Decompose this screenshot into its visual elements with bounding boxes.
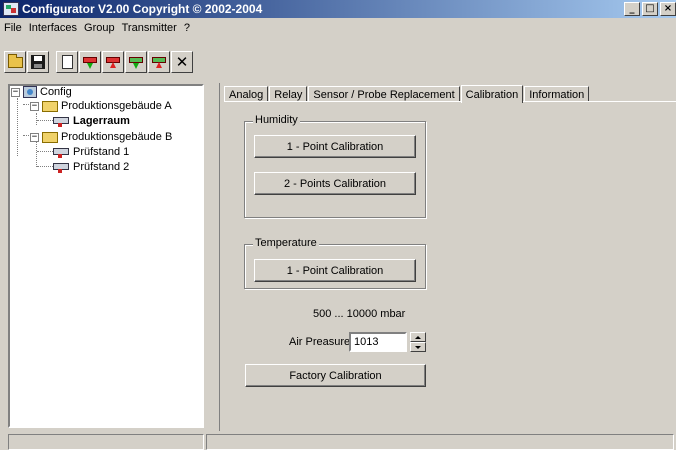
transmitter-icon	[53, 147, 69, 158]
upload-device-icon	[106, 55, 120, 69]
collapse-icon[interactable]: −	[30, 132, 39, 142]
tree-group-label: Produktionsgebäude B	[61, 131, 173, 143]
window-controls: _ □ ×	[624, 2, 676, 16]
upload-button[interactable]	[102, 51, 124, 73]
tree-root-label: Config	[40, 86, 72, 98]
download-button[interactable]	[79, 51, 101, 73]
tree-group-label: Produktionsgebäude A	[61, 100, 172, 112]
save-button[interactable]	[27, 51, 49, 73]
new-document-icon	[61, 55, 73, 69]
folder-icon	[42, 100, 58, 112]
folder-icon	[42, 131, 58, 143]
config-icon	[23, 86, 37, 98]
tab-strip: Analog Relay Sensor / Probe Replacement …	[224, 84, 590, 103]
tree-group-a[interactable]: − Produktionsgebäude A	[30, 99, 172, 113]
air-pressure-spinner[interactable]	[410, 332, 426, 352]
arrow-up-icon	[415, 335, 421, 339]
collapse-icon[interactable]: −	[30, 101, 39, 111]
tab-relay[interactable]: Relay	[269, 86, 308, 102]
config-tree[interactable]: − Config − Produktionsgebäude A Lagerrau…	[8, 84, 204, 428]
tree-item-label: Prüfstand 1	[73, 146, 130, 158]
air-pressure-label: Air Preasure	[289, 336, 351, 348]
download-device-icon	[83, 55, 97, 69]
device-out-button[interactable]	[148, 51, 170, 73]
tree-item-pruefstand-1[interactable]: Prüfstand 1	[53, 145, 129, 159]
tab-calibration[interactable]: Calibration	[460, 85, 524, 103]
status-pane-right	[206, 434, 674, 450]
save-disk-icon	[31, 55, 45, 69]
toolbar: ✕	[4, 51, 194, 73]
close-button[interactable]: ×	[660, 2, 676, 16]
tree-item-label: Lagerraum	[73, 115, 130, 127]
tree-root[interactable]: − Config	[11, 85, 72, 99]
collapse-icon[interactable]: −	[11, 87, 20, 97]
factory-calibration-button[interactable]: Factory Calibration	[245, 364, 426, 387]
arrow-down-icon	[415, 345, 421, 349]
tree-group-b[interactable]: − Produktionsgebäude B	[30, 130, 172, 144]
menu-interfaces[interactable]: Interfaces	[25, 22, 80, 34]
tab-analog[interactable]: Analog	[224, 86, 269, 102]
device-in-icon	[129, 55, 143, 69]
title-bar: Configurator V2.00 Copyright © 2002-2004…	[0, 0, 676, 18]
air-pressure-input[interactable]: 1013	[349, 332, 407, 352]
tab-sensor-probe-replacement[interactable]: Sensor / Probe Replacement	[308, 86, 460, 102]
tree-item-lagerraum[interactable]: Lagerraum	[53, 114, 130, 128]
status-pane-left	[8, 434, 204, 450]
delete-icon: ✕	[175, 53, 189, 71]
menu-help[interactable]: ?	[180, 22, 193, 34]
humidity-group-title: Humidity	[253, 114, 300, 126]
spin-up-button[interactable]	[410, 332, 426, 342]
delete-button[interactable]: ✕	[171, 51, 193, 73]
temperature-group-title: Temperature	[253, 237, 319, 249]
tree-item-label: Prüfstand 2	[73, 161, 130, 173]
temperature-1-point-button[interactable]: 1 - Point Calibration	[254, 259, 416, 282]
menu-file[interactable]: File	[0, 22, 25, 34]
humidity-2-points-button[interactable]: 2 - Points Calibration	[254, 172, 416, 195]
open-folder-icon	[7, 53, 23, 68]
tree-item-pruefstand-2[interactable]: Prüfstand 2	[53, 160, 129, 174]
app-icon	[3, 2, 19, 16]
open-button[interactable]	[4, 51, 26, 73]
maximize-button[interactable]: □	[642, 2, 658, 16]
spin-down-button[interactable]	[410, 342, 426, 352]
new-button[interactable]	[56, 51, 78, 73]
minimize-button[interactable]: _	[624, 2, 640, 16]
transmitter-icon	[53, 116, 69, 127]
menu-group[interactable]: Group	[80, 22, 118, 34]
menu-transmitter[interactable]: Transmitter	[118, 22, 180, 34]
transmitter-icon	[53, 162, 69, 173]
tab-information[interactable]: Information	[524, 86, 590, 102]
device-out-icon	[152, 55, 166, 69]
pressure-range-text: 500 ... 10000 mbar	[313, 308, 406, 320]
menu-bar: File Interfaces Group Transmitter ?	[0, 19, 193, 37]
device-in-button[interactable]	[125, 51, 147, 73]
humidity-1-point-button[interactable]: 1 - Point Calibration	[254, 135, 416, 158]
status-bar	[0, 432, 676, 450]
window-title: Configurator V2.00 Copyright © 2002-2004	[22, 2, 263, 16]
